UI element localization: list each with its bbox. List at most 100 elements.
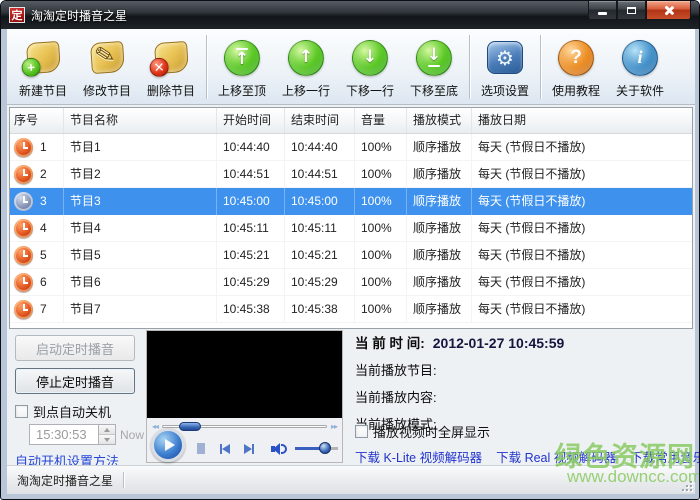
maximize-icon — [627, 7, 636, 14]
title-bar[interactable]: 定 淘淘定时播音之星 — [1, 1, 699, 29]
fullscreen-checkbox[interactable] — [355, 425, 368, 438]
play-icon — [165, 439, 175, 451]
now-label: Now — [120, 428, 144, 442]
current-program-label: 当前播放节目: — [355, 360, 693, 379]
app-icon: 定 — [9, 7, 25, 23]
volume-bar[interactable] — [295, 447, 338, 450]
window-title: 淘淘定时播音之星 — [31, 7, 127, 24]
options-button[interactable]: ⚙ 选项设置 — [473, 32, 537, 102]
move-down-button[interactable]: ↓ 下移一行 — [338, 32, 402, 102]
fullscreen-label: 播放视频时全屏显示 — [373, 422, 490, 441]
volume-slider[interactable] — [319, 442, 331, 454]
player-controls — [147, 435, 342, 462]
note-pencil-icon: ✎ — [89, 41, 124, 74]
note-plus-icon: + — [25, 41, 60, 74]
table-row[interactable]: 4 节目4 10:45:11 10:45:11 100% 顺序播放 每天 (节假… — [10, 215, 692, 242]
auto-shutdown-label: 到点自动关机 — [33, 402, 111, 421]
fast-forward-icon[interactable]: ▸▸ — [331, 422, 337, 431]
current-time-value: 2012-01-27 10:45:59 — [433, 335, 565, 351]
alarm-clock-icon — [14, 273, 33, 292]
alarm-clock-icon — [14, 165, 33, 184]
col-header-volume[interactable]: 音量 — [355, 108, 407, 133]
table-row[interactable]: 5 节目5 10:45:21 10:45:21 100% 顺序播放 每天 (节假… — [10, 242, 692, 269]
table-row-selected[interactable]: 3 节目3 10:45:00 10:45:00 100% 顺序播放 每天 (节假… — [10, 188, 692, 215]
gear-icon: ⚙ — [487, 41, 523, 74]
rewind-icon[interactable]: ◂◂ — [152, 422, 158, 431]
auto-shutdown-checkbox[interactable] — [15, 405, 28, 418]
alarm-clock-icon — [14, 219, 33, 238]
shutdown-time-row: 15:30:53 Now — [29, 424, 144, 445]
chevron-down-icon — [104, 438, 110, 442]
seek-bar[interactable] — [162, 425, 327, 428]
move-top-button[interactable]: ↑ 上移至顶 — [210, 32, 274, 102]
note-delete-icon: ✕ — [153, 41, 188, 74]
info-icon: i — [622, 40, 658, 76]
toolbar-separator — [469, 35, 470, 99]
move-bottom-button[interactable]: ↓ 下移至底 — [402, 32, 466, 102]
stop-broadcast-button[interactable]: 停止定时播音 — [15, 368, 135, 394]
alarm-clock-icon — [14, 192, 33, 211]
col-header-no[interactable]: 序号 — [10, 108, 64, 133]
minimize-icon — [598, 12, 607, 15]
close-button[interactable] — [646, 1, 691, 20]
table-row[interactable]: 6 节目6 10:45:29 10:45:29 100% 顺序播放 每天 (节假… — [10, 269, 692, 296]
delete-program-button[interactable]: ✕ 删除节目 — [139, 32, 203, 102]
volume-icon[interactable] — [271, 442, 289, 456]
window-controls — [588, 1, 691, 20]
col-header-name[interactable]: 节目名称 — [64, 108, 217, 133]
edit-program-button[interactable]: ✎ 修改节目 — [75, 32, 139, 102]
start-broadcast-button[interactable]: 启动定时播音 — [15, 335, 135, 361]
next-icon — [244, 444, 252, 454]
new-program-button[interactable]: + 新建节目 — [11, 32, 75, 102]
close-icon — [663, 5, 674, 16]
client-area: + 新建节目 ✎ 修改节目 ✕ 删除节目 ↑ 上移至顶 ↑ 上移一行 ↓ — [7, 29, 695, 494]
media-player: ◂◂ ▸▸ — [146, 330, 343, 463]
seek-slider[interactable] — [179, 422, 201, 431]
next-button[interactable] — [244, 444, 254, 454]
chevron-up-icon — [104, 428, 110, 432]
watermark-url: www.downcc.com — [567, 467, 700, 487]
previous-button[interactable] — [220, 444, 230, 454]
tutorial-button[interactable]: ? 使用教程 — [544, 32, 608, 102]
spinner-up-button[interactable] — [99, 425, 115, 435]
move-up-button[interactable]: ↑ 上移一行 — [274, 32, 338, 102]
play-button[interactable] — [151, 428, 185, 462]
question-icon: ? — [558, 40, 594, 76]
program-table: 序号 节目名称 开始时间 结束时间 音量 播放模式 播放日期 1 节目1 10:… — [9, 107, 693, 329]
alarm-clock-icon — [14, 300, 33, 319]
arrow-up-icon: ↑ — [288, 40, 324, 76]
col-header-start[interactable]: 开始时间 — [217, 108, 285, 133]
fullscreen-row: 播放视频时全屏显示 — [355, 422, 490, 441]
arrow-up-to-top-icon: ↑ — [224, 40, 260, 76]
col-header-date[interactable]: 播放日期 — [472, 108, 692, 133]
alarm-clock-icon — [14, 246, 33, 265]
col-header-end[interactable]: 结束时间 — [285, 108, 355, 133]
app-window: 定 淘淘定时播音之星 + 新建节目 ✎ 修改节目 ✕ 删除节目 ↑ — [0, 0, 700, 500]
maximize-button[interactable] — [617, 1, 646, 20]
table-row[interactable]: 2 节目2 10:44:51 10:44:51 100% 顺序播放 每天 (节假… — [10, 161, 692, 188]
arrow-down-icon: ↓ — [352, 40, 388, 76]
auto-shutdown-row: 到点自动关机 — [15, 402, 111, 421]
toolbar: + 新建节目 ✎ 修改节目 ✕ 删除节目 ↑ 上移至顶 ↑ 上移一行 ↓ — [7, 29, 695, 105]
time-spinner — [99, 424, 116, 445]
shutdown-time-input[interactable]: 15:30:53 — [29, 424, 99, 445]
minimize-button[interactable] — [588, 1, 617, 20]
klite-download-link[interactable]: 下载 K-Lite 视频解码器 — [355, 447, 482, 466]
alarm-clock-icon — [14, 138, 33, 157]
about-button[interactable]: i 关于软件 — [608, 32, 672, 102]
table-row[interactable]: 7 节目7 10:45:38 10:45:38 100% 顺序播放 每天 (节假… — [10, 296, 692, 323]
table-row[interactable]: 1 节目1 10:44:40 10:44:40 100% 顺序播放 每天 (节假… — [10, 134, 692, 161]
video-screen — [147, 331, 342, 418]
toolbar-separator — [206, 35, 207, 99]
status-bar-separator — [123, 472, 124, 488]
toolbar-separator — [540, 35, 541, 99]
table-header: 序号 节目名称 开始时间 结束时间 音量 播放模式 播放日期 — [10, 108, 692, 134]
stop-button[interactable] — [197, 443, 205, 454]
previous-icon — [222, 444, 230, 454]
status-bar-text: 淘淘定时播音之星 — [7, 472, 113, 489]
current-time-label: 当 前 时 间: — [355, 332, 425, 352]
arrow-down-to-bottom-icon: ↓ — [416, 40, 452, 76]
status-panel: 当 前 时 间: 2012-01-27 10:45:59 当前播放节目: 当前播… — [355, 332, 693, 433]
col-header-mode[interactable]: 播放模式 — [407, 108, 472, 133]
spinner-down-button[interactable] — [99, 435, 115, 444]
